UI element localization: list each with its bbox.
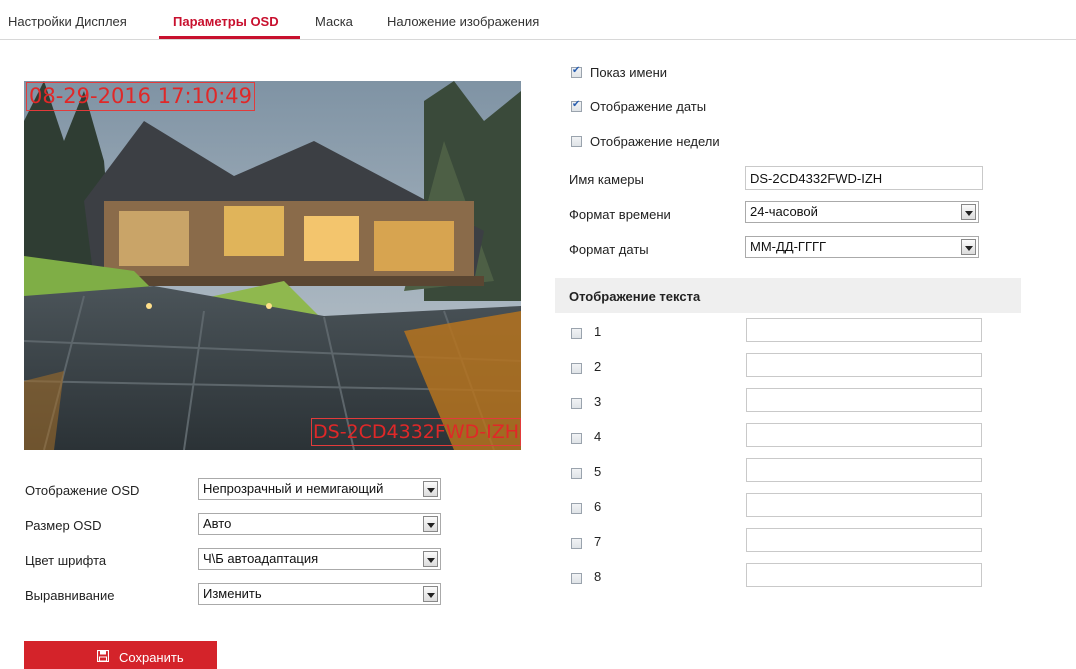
- text-overlay-input[interactable]: [746, 563, 982, 587]
- text-overlay-checkbox[interactable]: [571, 398, 582, 409]
- show-week-checkbox[interactable]: [571, 136, 582, 147]
- camera-name-label: Имя камеры: [569, 172, 644, 187]
- osd-date-overlay[interactable]: 08-29-2016 17:10:49: [26, 82, 256, 111]
- text-overlay-input[interactable]: [746, 388, 982, 412]
- chevron-down-icon[interactable]: [961, 239, 976, 255]
- text-overlay-checkbox[interactable]: [571, 433, 582, 444]
- text-overlay-number: 7: [594, 534, 602, 549]
- font-color-value: Ч\Б автоадаптация: [203, 551, 319, 566]
- osd-size-value: Авто: [203, 516, 232, 531]
- alignment-label: Выравнивание: [25, 588, 115, 603]
- text-overlay-input[interactable]: [746, 353, 982, 377]
- text-overlay-number: 1: [594, 324, 602, 339]
- save-button-label: Сохранить: [119, 650, 184, 665]
- osd-display-mode-label: Отображение OSD: [25, 483, 140, 498]
- osd-display-mode-select[interactable]: Непрозрачный и немигающий: [198, 478, 441, 500]
- text-overlay-input[interactable]: [746, 318, 982, 342]
- tab-bar: Настройки Дисплея Параметры OSD Маска На…: [0, 0, 1076, 40]
- show-date-checkbox[interactable]: [571, 99, 582, 112]
- text-overlay-checkbox[interactable]: [571, 538, 582, 549]
- date-format-value: ММ-ДД-ГГГГ: [750, 239, 827, 254]
- chevron-down-icon[interactable]: [423, 586, 438, 602]
- date-format-label: Формат даты: [569, 242, 649, 257]
- preview-image: [24, 81, 521, 450]
- text-overlay-checkbox[interactable]: [571, 503, 582, 514]
- text-overlay-number: 3: [594, 394, 602, 409]
- text-overlay-input[interactable]: [746, 528, 982, 552]
- show-name-label: Показ имени: [590, 65, 668, 80]
- show-week-label: Отображение недели: [590, 134, 720, 149]
- osd-camera-name-overlay[interactable]: DS-2CD4332FWD-IZH: [311, 418, 521, 446]
- tab-display-settings[interactable]: Настройки Дисплея: [8, 14, 127, 29]
- text-overlay-number: 2: [594, 359, 602, 374]
- text-overlay-number: 6: [594, 499, 602, 514]
- text-overlay-input[interactable]: [746, 493, 982, 517]
- tab-image-overlay[interactable]: Наложение изображения: [387, 14, 539, 29]
- text-overlay-input[interactable]: [746, 423, 982, 447]
- show-name-checkbox[interactable]: [571, 65, 582, 78]
- text-overlay-checkbox[interactable]: [571, 468, 582, 479]
- text-overlay-checkbox[interactable]: [571, 363, 582, 374]
- alignment-select[interactable]: Изменить: [198, 583, 441, 605]
- show-date-label: Отображение даты: [590, 99, 707, 114]
- date-format-select[interactable]: ММ-ДД-ГГГГ: [745, 236, 979, 258]
- text-overlay-title: Отображение текста: [569, 289, 701, 304]
- osd-size-label: Размер OSD: [25, 518, 102, 533]
- text-overlay-number: 5: [594, 464, 602, 479]
- text-overlay-header: Отображение текста: [555, 278, 1021, 313]
- font-color-select[interactable]: Ч\Б автоадаптация: [198, 548, 441, 570]
- save-button[interactable]: Сохранить: [24, 641, 217, 669]
- video-preview[interactable]: 08-29-2016 17:10:49 DS-2CD4332FWD-IZH: [24, 81, 521, 450]
- text-overlay-number: 4: [594, 429, 602, 444]
- time-format-label: Формат времени: [569, 207, 671, 222]
- text-overlay-checkbox[interactable]: [571, 573, 582, 584]
- osd-size-select[interactable]: Авто: [198, 513, 441, 535]
- font-color-label: Цвет шрифта: [25, 553, 107, 568]
- alignment-value: Изменить: [203, 586, 262, 601]
- chevron-down-icon[interactable]: [423, 551, 438, 567]
- camera-name-input[interactable]: [745, 166, 983, 190]
- chevron-down-icon[interactable]: [423, 516, 438, 532]
- active-tab-indicator: [159, 36, 300, 39]
- time-format-value: 24-часовой: [750, 204, 818, 219]
- tab-mask[interactable]: Маска: [315, 14, 353, 29]
- floppy-disk-icon: [97, 650, 109, 662]
- tab-osd-parameters[interactable]: Параметры OSD: [173, 14, 279, 29]
- time-format-select[interactable]: 24-часовой: [745, 201, 979, 223]
- text-overlay-checkbox[interactable]: [571, 328, 582, 339]
- osd-display-mode-value: Непрозрачный и немигающий: [203, 481, 384, 496]
- text-overlay-input[interactable]: [746, 458, 982, 482]
- chevron-down-icon[interactable]: [423, 481, 438, 497]
- chevron-down-icon[interactable]: [961, 204, 976, 220]
- text-overlay-number: 8: [594, 569, 602, 584]
